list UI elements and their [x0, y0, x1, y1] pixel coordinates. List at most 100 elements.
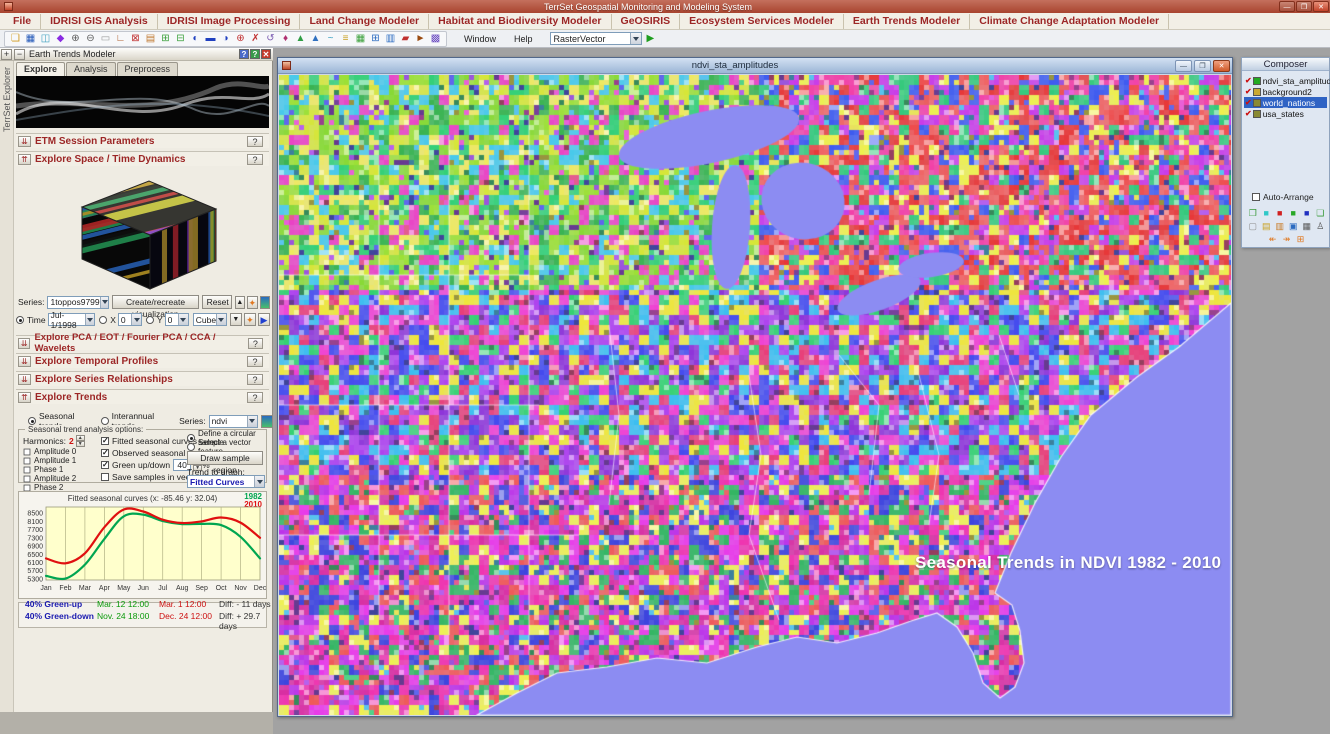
chevron-down-icon[interactable]: ⇊ [18, 356, 31, 367]
layer-item-usa_states[interactable]: ✔usa_states [1244, 108, 1327, 119]
auto-arrange-checkbox[interactable] [1252, 193, 1260, 201]
trend-surface-icon[interactable]: ▲ [293, 32, 308, 46]
menu-item-land-change-modeler[interactable]: Land Change Modeler [300, 14, 429, 29]
measure-icon[interactable]: ∟ [113, 32, 128, 46]
undo-icon[interactable]: ↺ [263, 32, 278, 46]
pan-icon[interactable]: ▭ [98, 32, 113, 46]
identify-left-icon[interactable]: ◐ [188, 32, 203, 46]
layer-item-background2[interactable]: ✔background2 [1244, 86, 1327, 97]
layer-stack-icon[interactable]: ❐ [1247, 208, 1259, 219]
workspace-icon[interactable]: ▩ [428, 32, 443, 46]
section-help-button[interactable]: ? [247, 136, 263, 147]
maximize-button[interactable]: ❐ [1296, 1, 1312, 12]
time-radio[interactable] [16, 316, 24, 324]
menu-item-idrisi-image-processing[interactable]: IDRISI Image Processing [158, 14, 301, 29]
checkbox-green-up/down[interactable] [101, 461, 109, 469]
step-down-icon[interactable]: ▼ [230, 313, 242, 326]
chevron-down-icon[interactable]: ⇊ [18, 374, 31, 385]
table-icon[interactable]: ⊞ [368, 32, 383, 46]
draw-sample-region-button[interactable]: Draw sample region [187, 451, 263, 465]
menu-item-ecosystem-services-modeler[interactable]: Ecosystem Services Modeler [680, 14, 844, 29]
checkbox-amplitude-2[interactable] [24, 475, 31, 482]
menu-item-earth-trends-modeler[interactable]: Earth Trends Modeler [844, 14, 970, 29]
map-restore-button[interactable]: ❐ [1194, 60, 1211, 72]
new-file-icon[interactable]: ❏ [8, 32, 23, 46]
run-macro-icon[interactable]: ► [413, 32, 428, 46]
feature-properties-icon[interactable]: ♙ [1315, 221, 1327, 232]
space-time-cube-image[interactable] [54, 169, 229, 297]
section-etm-session-parameters[interactable]: ⇊ ETM Session Parameters ? [16, 133, 269, 148]
layer-visible-check-icon[interactable]: ✔ [1245, 87, 1252, 96]
layer-visible-check-icon[interactable]: ✔ [1245, 109, 1252, 118]
run-icon[interactable]: ▶ [647, 33, 655, 44]
reset-button[interactable]: Reset [202, 295, 232, 309]
checkbox-phase-2[interactable] [24, 484, 31, 491]
layer-visible-check-icon[interactable]: ✔ [1245, 98, 1252, 107]
harmonics-spinner[interactable]: ▲▼ [76, 435, 85, 447]
delete-feature-icon[interactable]: ✗ [248, 32, 263, 46]
trend-series-dropdown[interactable]: ndvi [209, 415, 258, 428]
section-help-button[interactable]: ? [247, 374, 263, 385]
refresh-icon[interactable]: ✦ [247, 296, 257, 309]
add-layer-icon[interactable]: ⊞ [158, 32, 173, 46]
create-visualization-button[interactable]: Create/recreate visualization [112, 295, 198, 309]
display-launcher-icon[interactable]: ▦ [23, 32, 38, 46]
section-help-button[interactable]: ? [247, 356, 263, 367]
layer-manager-icon[interactable]: ▤ [143, 32, 158, 46]
query-icon[interactable]: ▰ [398, 32, 413, 46]
help-menu-button[interactable]: Help [505, 32, 542, 46]
section-explore-pca[interactable]: ⇊ Explore PCA / EOT / Fourier PCA / CCA … [16, 335, 269, 350]
identify-bar-icon[interactable]: ▬ [203, 32, 218, 46]
y-dropdown[interactable]: 0 [165, 313, 189, 326]
chevron-up-icon[interactable]: ⇈ [18, 392, 31, 403]
animate-icon[interactable]: ▶ [258, 313, 270, 326]
section-explore-series-relationships[interactable]: ⇊ Explore Series Relationships ? [16, 371, 269, 386]
view-mode-dropdown[interactable]: Cube [193, 313, 227, 326]
tab-explore[interactable]: Explore [16, 62, 65, 76]
section-explore-space-time[interactable]: ⇈ Explore Space / Time Dynamics ? [16, 151, 269, 166]
layer-visible-check-icon[interactable]: ✔ [1245, 76, 1252, 85]
interannual-trends-radio[interactable] [101, 417, 109, 425]
ndvi-raster-map[interactable] [279, 75, 1231, 715]
diamond-tool-icon[interactable]: ♦ [278, 32, 293, 46]
checkbox-phase-1[interactable] [24, 466, 31, 473]
menu-item-idrisi-gis-analysis[interactable]: IDRISI GIS Analysis [41, 14, 158, 29]
cyan-swatch-icon[interactable]: ■ [1261, 208, 1273, 219]
zoom-in-icon[interactable]: ⊕ [68, 32, 83, 46]
series-dropdown[interactable]: 1toppos9799 [47, 296, 109, 309]
identify-right-icon[interactable]: ◑ [218, 32, 233, 46]
terrset-explorer-tab[interactable]: TerrSet Explorer [0, 61, 14, 712]
help-icon[interactable]: ? [239, 49, 249, 59]
zoom-out-icon[interactable]: ⊖ [83, 32, 98, 46]
close-panel-icon[interactable]: ✕ [261, 49, 271, 59]
save-composition-icon[interactable]: ▣ [1288, 221, 1300, 232]
section-help-button[interactable]: ? [247, 392, 263, 403]
window-menu-button[interactable]: Window [455, 32, 505, 46]
chevron-down-icon[interactable]: ⇊ [18, 136, 31, 147]
database-icon[interactable]: ▥ [383, 32, 398, 46]
edit-annotation-icon[interactable]: ▥ [1274, 221, 1286, 232]
refresh-icon[interactable]: ✦ [244, 313, 256, 326]
radio-select-a-vector-feature[interactable] [187, 443, 195, 451]
blue-swatch-icon[interactable]: ■ [1301, 208, 1313, 219]
chevron-down-icon[interactable] [630, 33, 641, 44]
checkbox-observed-seasonal-curves[interactable] [101, 449, 109, 457]
crosshair-icon[interactable]: ⊕ [233, 32, 248, 46]
snapshot-icon[interactable] [260, 296, 270, 309]
seasonal-trends-radio[interactable] [28, 417, 36, 425]
menu-item-geosiris[interactable]: GeOSIRIS [612, 14, 681, 29]
tab-preprocess[interactable]: Preprocess [117, 62, 179, 76]
fit-extent-icon[interactable]: ⊞ [1295, 234, 1307, 245]
blank-map-icon[interactable]: ▢ [1247, 221, 1259, 232]
y-radio[interactable] [146, 316, 154, 324]
step-up-icon[interactable]: ▲ [235, 296, 245, 309]
menu-item-climate-change-adaptation-modeler[interactable]: Climate Change Adaptation Modeler [970, 14, 1169, 29]
map-close-button[interactable]: ✕ [1213, 60, 1230, 72]
copy-composition-icon[interactable]: ❏ [1315, 208, 1327, 219]
section-help-button[interactable]: ? [247, 154, 263, 165]
context-help-icon[interactable]: ? [250, 49, 260, 59]
checkbox-fitted-seasonal-curves[interactable] [101, 437, 109, 445]
section-explore-trends[interactable]: ⇈ Explore Trends ? [16, 389, 269, 404]
map-minimize-button[interactable]: — [1175, 60, 1192, 72]
profile-icon[interactable]: ▲ [308, 32, 323, 46]
